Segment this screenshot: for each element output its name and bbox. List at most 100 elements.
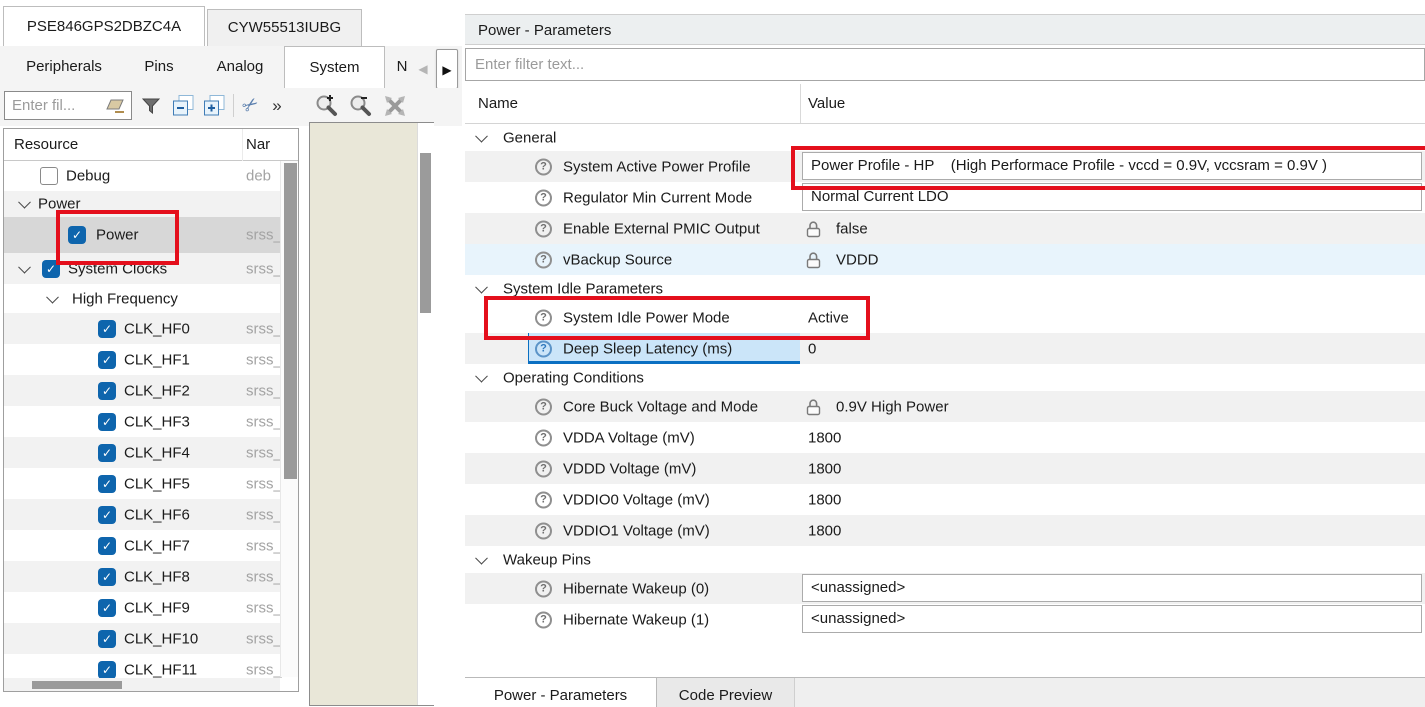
help-icon[interactable]: ? — [535, 220, 552, 237]
param-row-system-idle-power-mode[interactable]: ?System Idle Power ModeActive — [465, 302, 1425, 333]
help-icon[interactable]: ? — [535, 340, 552, 357]
help-icon[interactable]: ? — [535, 309, 552, 326]
param-value[interactable]: 1800 — [808, 491, 841, 508]
checkbox-checked-icon[interactable]: ✓ — [98, 568, 116, 586]
tree-row-system-clocks[interactable]: ✓System Clockssrss_ — [4, 253, 280, 284]
checkbox-checked-icon[interactable]: ✓ — [98, 444, 116, 462]
checkbox-checked-icon[interactable]: ✓ — [98, 413, 116, 431]
value-editor-cell[interactable]: <unassigned> — [802, 574, 1422, 602]
tab-analog[interactable]: Analog — [197, 46, 283, 88]
param-row-hibernate-wakeup-1-[interactable]: ?Hibernate Wakeup (1)<unassigned> — [465, 604, 1425, 635]
param-value[interactable]: 1800 — [808, 522, 841, 539]
param-value[interactable]: 1800 — [808, 460, 841, 477]
chevron-down-icon[interactable] — [18, 260, 31, 273]
bottom-tab-code-preview[interactable]: Code Preview — [657, 678, 795, 707]
tree-row-debug[interactable]: Debugdeb — [4, 161, 280, 191]
column-header-name[interactable]: Name — [478, 84, 518, 123]
parameters-filter-input[interactable]: Enter filter text... — [465, 48, 1425, 81]
checkbox-unchecked-icon[interactable] — [40, 167, 58, 185]
column-header-resource[interactable]: Resource — [14, 129, 78, 160]
toolbar-overflow-icon[interactable]: » — [268, 91, 286, 120]
bottom-tab-power-parameters[interactable]: Power - Parameters — [465, 678, 657, 707]
canvas-vscroll-thumb[interactable] — [420, 153, 431, 313]
tab-system[interactable]: System — [284, 46, 385, 88]
param-value[interactable]: false — [836, 220, 868, 237]
tab-scroll-left-icon[interactable]: ◀ — [412, 50, 434, 88]
checkbox-checked-icon[interactable]: ✓ — [98, 537, 116, 555]
tree-row-clk-hf4[interactable]: ✓CLK_HF4srss_ — [4, 437, 280, 468]
param-group-system-idle-parameters[interactable]: System Idle Parameters — [465, 275, 1425, 302]
tree-row-clk-hf8[interactable]: ✓CLK_HF8srss_ — [4, 561, 280, 592]
device-tab-pse846[interactable]: PSE846GPS2DBZC4A — [3, 6, 205, 46]
help-icon[interactable]: ? — [535, 580, 552, 597]
collapse-all-icon[interactable] — [170, 91, 196, 120]
column-header-value[interactable]: Value — [808, 84, 845, 123]
param-row-vdda-voltage-mv-[interactable]: ?VDDA Voltage (mV)1800 — [465, 422, 1425, 453]
help-icon[interactable]: ? — [535, 251, 552, 268]
canvas-background[interactable] — [310, 123, 417, 705]
param-row-vddio0-voltage-mv-[interactable]: ?VDDIO0 Voltage (mV)1800 — [465, 484, 1425, 515]
chevron-down-icon[interactable] — [475, 551, 488, 564]
tree-row-clk-hf6[interactable]: ✓CLK_HF6srss_ — [4, 499, 280, 530]
param-row-vddio1-voltage-mv-[interactable]: ?VDDIO1 Voltage (mV)1800 — [465, 515, 1425, 546]
checkbox-checked-icon[interactable]: ✓ — [98, 506, 116, 524]
checkbox-checked-icon[interactable]: ✓ — [98, 382, 116, 400]
chevron-down-icon[interactable] — [475, 280, 488, 293]
chevron-down-icon[interactable] — [475, 129, 488, 142]
tab-pins[interactable]: Pins — [121, 46, 197, 88]
checkbox-checked-icon[interactable]: ✓ — [98, 351, 116, 369]
chevron-down-icon[interactable] — [18, 196, 31, 209]
checkbox-checked-icon[interactable]: ✓ — [68, 226, 86, 244]
tree-row-clk-hf5[interactable]: ✓CLK_HF5srss_ — [4, 468, 280, 499]
tree-horizontal-scrollbar[interactable] — [4, 678, 280, 692]
checkbox-checked-icon[interactable]: ✓ — [98, 630, 116, 648]
param-group-wakeup-pins[interactable]: Wakeup Pins — [465, 546, 1425, 573]
help-icon[interactable]: ? — [535, 460, 552, 477]
tree-vscroll-thumb[interactable] — [284, 163, 297, 479]
tab-peripherals[interactable]: Peripherals — [8, 46, 120, 88]
param-row-core-buck-voltage-and-mode[interactable]: ?Core Buck Voltage and Mode0.9V High Pow… — [465, 391, 1425, 422]
checkbox-checked-icon[interactable]: ✓ — [98, 320, 116, 338]
checkbox-checked-icon[interactable]: ✓ — [98, 599, 116, 617]
tab-partial[interactable]: N — [392, 46, 412, 88]
help-icon[interactable]: ? — [535, 522, 552, 539]
param-value[interactable]: Active — [808, 309, 849, 326]
eraser-icon[interactable] — [106, 98, 126, 114]
param-row-vbackup-source[interactable]: ?vBackup SourceVDDD — [465, 244, 1425, 275]
tree-row-clk-hf10[interactable]: ✓CLK_HF10srss_ — [4, 623, 280, 654]
canvas-vertical-scrollbar[interactable] — [417, 123, 434, 705]
tree-row-clk-hf0[interactable]: ✓CLK_HF0srss_ — [4, 313, 280, 344]
param-group-general[interactable]: General — [465, 124, 1425, 151]
tree-row-clk-hf9[interactable]: ✓CLK_HF9srss_ — [4, 592, 280, 623]
help-icon[interactable]: ? — [535, 189, 552, 206]
param-row-vddd-voltage-mv-[interactable]: ?VDDD Voltage (mV)1800 — [465, 453, 1425, 484]
help-icon[interactable]: ? — [535, 429, 552, 446]
zoom-out-icon[interactable] — [348, 91, 374, 120]
tab-scroll-right-icon[interactable]: ▶ — [436, 49, 458, 89]
param-value[interactable]: VDDD — [836, 251, 879, 268]
chevron-down-icon[interactable] — [46, 290, 59, 303]
param-row-system-active-power-profile[interactable]: ?System Active Power ProfilePower Profil… — [465, 151, 1425, 182]
tree-hscroll-thumb[interactable] — [32, 681, 122, 689]
tree-vertical-scrollbar[interactable] — [280, 161, 299, 677]
help-icon[interactable]: ? — [535, 398, 552, 415]
tree-row-clk-hf1[interactable]: ✓CLK_HF1srss_ — [4, 344, 280, 375]
param-row-enable-external-pmic-output[interactable]: ?Enable External PMIC Outputfalse — [465, 213, 1425, 244]
zoom-in-icon[interactable] — [314, 91, 340, 120]
help-icon[interactable]: ? — [535, 611, 552, 628]
param-value[interactable]: 1800 — [808, 429, 841, 446]
tree-row-high-frequency[interactable]: High Frequency — [4, 284, 280, 313]
param-value[interactable]: 0.9V High Power — [836, 398, 949, 415]
help-icon[interactable]: ? — [535, 158, 552, 175]
tree-row-clk-hf3[interactable]: ✓CLK_HF3srss_ — [4, 406, 280, 437]
expand-all-icon[interactable] — [201, 91, 227, 120]
tree-row-clk-hf2[interactable]: ✓CLK_HF2srss_ — [4, 375, 280, 406]
tree-row-clk-hf7[interactable]: ✓CLK_HF7srss_ — [4, 530, 280, 561]
tree-group-power[interactable]: Power — [4, 191, 280, 217]
param-value[interactable]: 0 — [808, 340, 816, 357]
value-editor-cell[interactable]: Normal Current LDO — [802, 183, 1422, 211]
tree-row-power[interactable]: ✓Powersrss_ — [4, 217, 280, 253]
device-tab-cyw55513[interactable]: CYW55513IUBG — [207, 9, 362, 46]
cut-icon[interactable]: ✂ — [238, 91, 264, 120]
value-editor-cell[interactable]: Power Profile - HP (High Performace Prof… — [802, 152, 1422, 180]
